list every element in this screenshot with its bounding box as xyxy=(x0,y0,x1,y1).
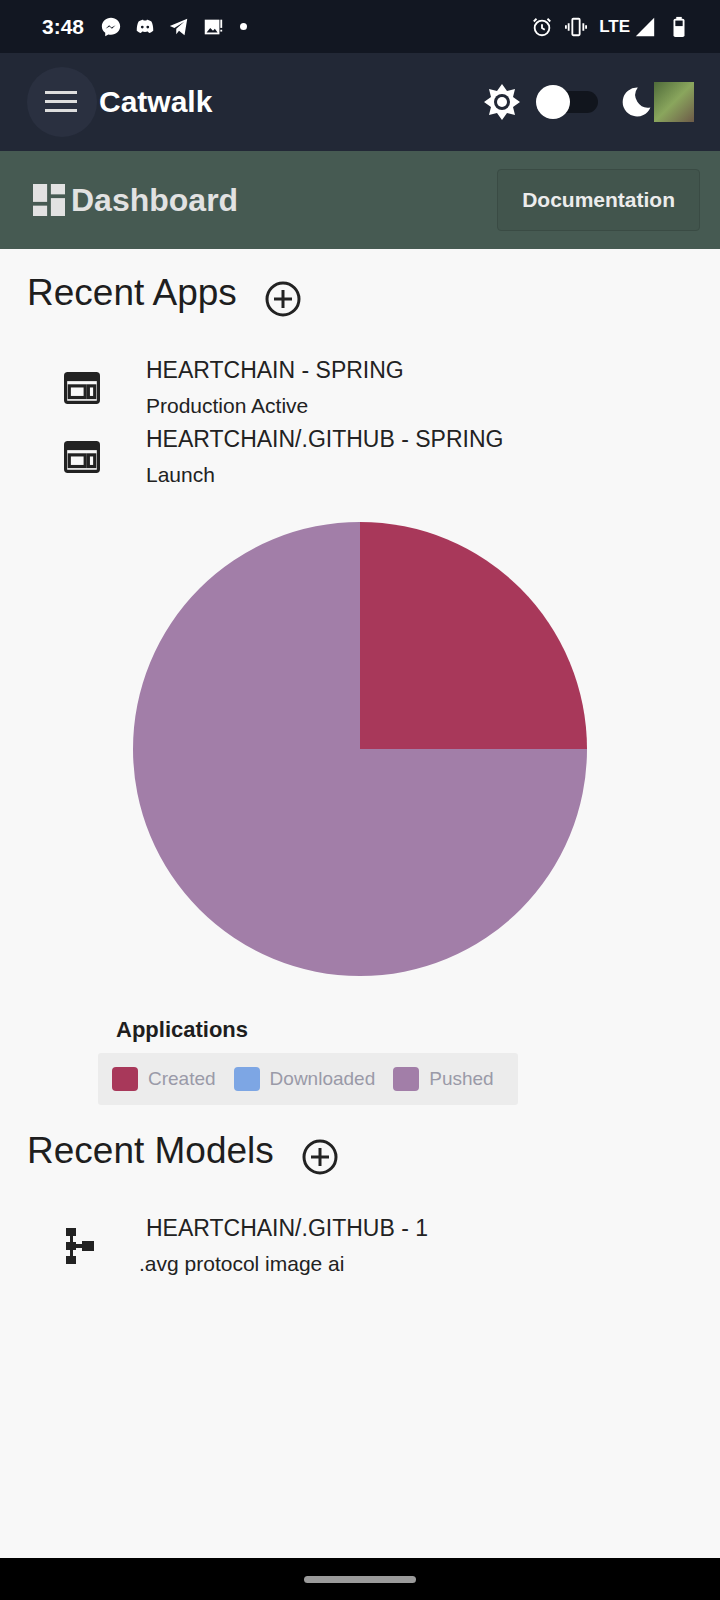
app-bar: Catwalk xyxy=(0,53,720,151)
discord-icon xyxy=(134,16,156,38)
network-label: LTE xyxy=(599,17,630,37)
signal-icon xyxy=(634,16,656,38)
chart-legend: Created Downloaded Pushed xyxy=(98,1053,518,1105)
legend-item[interactable]: Created xyxy=(112,1067,216,1091)
legend-item[interactable]: Pushed xyxy=(393,1067,493,1091)
menu-button[interactable] xyxy=(27,67,97,137)
home-handle[interactable] xyxy=(304,1576,416,1583)
battery-icon xyxy=(668,16,690,38)
section-title: Recent Models xyxy=(27,1130,274,1172)
legend-label: Downloaded xyxy=(270,1068,376,1090)
documentation-button[interactable]: Documentation xyxy=(497,169,700,231)
telegram-icon xyxy=(168,16,190,38)
image-icon xyxy=(202,16,224,38)
vibrate-icon xyxy=(565,16,587,38)
model-name: HEARTCHAIN/.GITHUB - 1 xyxy=(146,1215,428,1242)
section-title: Recent Apps xyxy=(27,272,237,314)
status-bar: 3:48 LTE xyxy=(0,0,720,53)
pie-slice[interactable] xyxy=(360,522,587,749)
app-name: HEARTCHAIN/.GITHUB - SPRING xyxy=(146,426,503,453)
app-item[interactable]: HEARTCHAIN/.GITHUB - SPRING Launch xyxy=(0,426,720,487)
app-window-icon xyxy=(64,441,100,473)
app-status: Launch xyxy=(146,463,503,487)
status-time: 3:48 xyxy=(42,15,84,39)
legend-item[interactable]: Downloaded xyxy=(234,1067,376,1091)
recent-models-header: Recent Models xyxy=(0,1127,720,1175)
alarm-icon xyxy=(531,16,553,38)
legend-swatch xyxy=(393,1067,419,1091)
sun-icon xyxy=(482,82,522,122)
screen: 3:48 LTE Catwalk Dashboard Documentation… xyxy=(0,0,720,1600)
add-app-icon[interactable] xyxy=(265,281,301,317)
app-list: HEARTCHAIN - SPRING Production Active HE… xyxy=(0,317,720,487)
app-window-icon xyxy=(64,372,100,404)
pie-chart xyxy=(132,521,588,977)
applications-chart: Applications Created Downloaded Pushed xyxy=(0,487,720,1105)
legend-swatch xyxy=(234,1067,260,1091)
model-list: HEARTCHAIN/.GITHUB - 1 .avg protocol ima… xyxy=(0,1175,720,1276)
app-status: Production Active xyxy=(146,394,404,418)
page-header: Dashboard Documentation xyxy=(0,151,720,249)
notification-dot-icon xyxy=(240,23,247,30)
chart-title: Applications xyxy=(116,1017,518,1043)
moon-icon xyxy=(618,84,654,120)
dashboard-content: Recent Apps HEARTCHAIN - SPRING Producti… xyxy=(0,249,720,1558)
pie-slice[interactable] xyxy=(133,522,587,976)
toggle-knob xyxy=(536,85,570,119)
app-item[interactable]: HEARTCHAIN - SPRING Production Active xyxy=(0,357,720,418)
model-tree-icon xyxy=(64,1226,96,1266)
recent-apps-header: Recent Apps xyxy=(0,269,720,317)
theme-toggle[interactable] xyxy=(542,91,598,113)
app-title: Catwalk xyxy=(99,85,212,119)
messenger-icon xyxy=(100,16,122,38)
model-description: .avg protocol image ai xyxy=(139,1252,428,1276)
dashboard-icon xyxy=(33,184,65,216)
add-model-icon[interactable] xyxy=(302,1139,338,1175)
navigation-bar xyxy=(0,1558,720,1600)
legend-swatch xyxy=(112,1067,138,1091)
legend-label: Pushed xyxy=(429,1068,493,1090)
hamburger-icon xyxy=(45,89,79,115)
page-title: Dashboard xyxy=(71,182,238,219)
app-name: HEARTCHAIN - SPRING xyxy=(146,357,404,384)
legend-label: Created xyxy=(148,1068,216,1090)
user-avatar[interactable] xyxy=(654,82,694,122)
model-item[interactable]: HEARTCHAIN/.GITHUB - 1 .avg protocol ima… xyxy=(0,1215,720,1276)
